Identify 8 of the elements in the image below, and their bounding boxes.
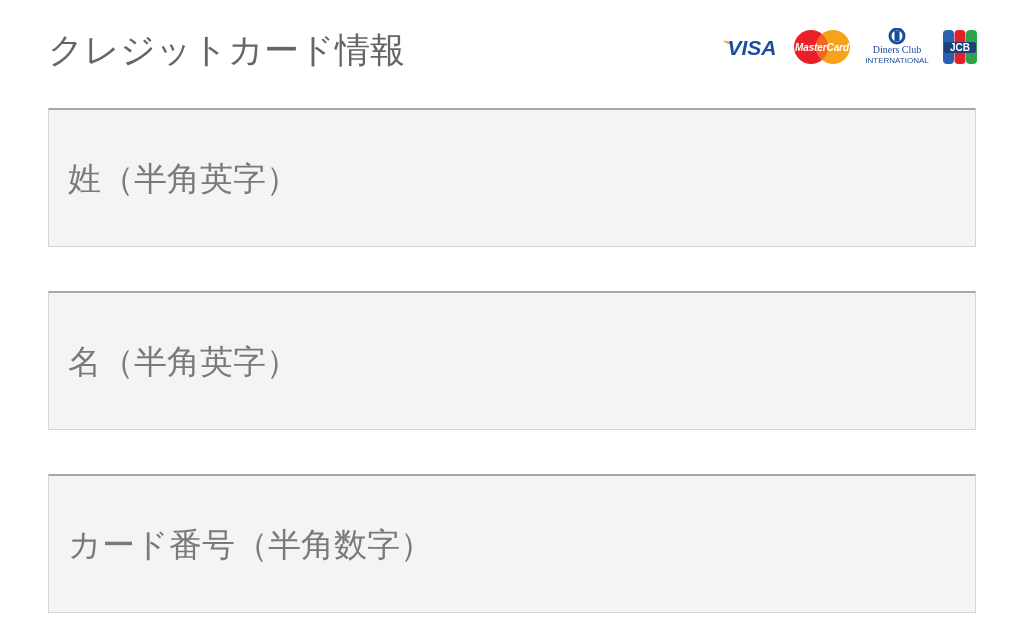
section-title: クレジットカード情報 bbox=[48, 28, 405, 72]
input-field[interactable]: 名（半角英字） bbox=[48, 291, 976, 430]
card-brand-logo: JCB bbox=[942, 29, 978, 65]
card-brand-logo: MasterCard bbox=[792, 29, 852, 65]
card-brand-logo: Diners Club INTERNATIONAL bbox=[864, 28, 930, 66]
input-field[interactable]: カード番号（半角数字） bbox=[48, 474, 976, 613]
card-brand-logo: VISA bbox=[722, 35, 780, 59]
input-field[interactable]: 姓（半角英字） bbox=[48, 108, 976, 247]
